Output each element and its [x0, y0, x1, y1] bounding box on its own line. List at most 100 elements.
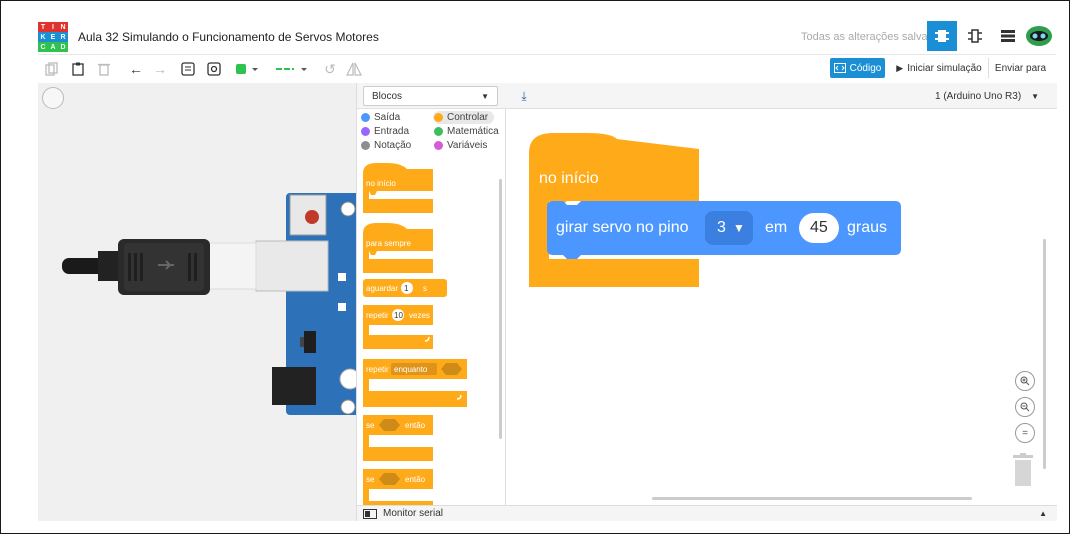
undo-icon[interactable]: ←: [126, 59, 146, 79]
circuit-canvas[interactable]: [38, 83, 356, 521]
logo-letter: I: [48, 22, 58, 32]
schematic-icon: [968, 29, 982, 43]
category-control[interactable]: Controlar: [433, 111, 495, 124]
palette-on-start-label[interactable]: no início: [366, 179, 396, 188]
category-dot: [434, 141, 443, 150]
palette-repeat-value[interactable]: 10: [394, 311, 403, 320]
send-to-button[interactable]: Enviar para: [988, 58, 1052, 78]
redo-icon[interactable]: →: [150, 59, 170, 79]
category-label: Controlar: [447, 112, 489, 123]
circuit-drawing: [62, 193, 356, 415]
save-status: Todas as alterações salvas: [801, 31, 934, 43]
category-output[interactable]: Saída: [361, 112, 400, 123]
palette-forever-label[interactable]: para sempre: [366, 239, 411, 248]
zoom-in-icon[interactable]: [1015, 371, 1035, 391]
pin-dropdown-value[interactable]: 3: [717, 219, 726, 237]
wire-type-picker[interactable]: [274, 59, 314, 79]
code-button[interactable]: Código: [830, 58, 885, 78]
color-picker[interactable]: [234, 59, 268, 79]
palette-if1-suffix[interactable]: então: [405, 421, 425, 430]
block-on-start: [363, 163, 433, 213]
palette-while-option[interactable]: enquanto: [394, 365, 427, 374]
logo-letter: C: [38, 42, 48, 52]
category-dot: [434, 113, 443, 122]
flip-icon[interactable]: [344, 59, 364, 79]
category-dot: [434, 127, 443, 136]
schematic-view-button[interactable]: [960, 21, 990, 51]
arduino-board: [272, 193, 356, 415]
palette-wait-value[interactable]: 1: [404, 284, 408, 293]
palette-wait-unit[interactable]: s: [423, 284, 427, 293]
tinkercad-logo[interactable]: TINKERCAD: [38, 22, 68, 52]
palette-repeat-label[interactable]: repetir: [366, 311, 389, 320]
category-label: Saída: [374, 112, 401, 123]
category-label: Entrada: [374, 126, 410, 137]
palette-if2-suffix[interactable]: então: [405, 475, 425, 484]
send-to-label: Enviar para: [994, 62, 1047, 74]
category-dot: [361, 113, 370, 122]
palette-if1-prefix[interactable]: se: [366, 421, 374, 430]
zoom-out-icon[interactable]: [1015, 397, 1035, 417]
code-button-label: Código: [849, 62, 882, 74]
logo-letter: R: [58, 32, 68, 42]
device-select[interactable]: 1 (Arduino Uno R3) ▼: [927, 86, 1047, 106]
chevron-down-icon: ▼: [481, 91, 489, 101]
rotate-icon[interactable]: ↺: [320, 59, 340, 79]
component-list-button[interactable]: [993, 21, 1023, 51]
logo-letter: D: [58, 42, 68, 52]
logo-letter: K: [38, 32, 48, 42]
zoom-reset-icon[interactable]: =: [1015, 423, 1035, 443]
block-palette: Saída Controlar Entrada Matemática Notaç…: [357, 109, 506, 505]
category-input[interactable]: Entrada: [361, 126, 409, 137]
palette-if2-prefix[interactable]: se: [366, 475, 374, 484]
editor-mode-select[interactable]: Blocos ▼: [363, 86, 498, 106]
chevron-up-icon[interactable]: ▲: [1039, 509, 1047, 518]
circuit-icon: [935, 30, 949, 42]
angle-input[interactable]: 45: [810, 219, 828, 237]
palette-wait-label[interactable]: aguardar: [366, 284, 398, 293]
palette-scrollbar[interactable]: [499, 179, 502, 439]
editor-mode-value: Blocos: [372, 90, 403, 102]
monitor-icon: [363, 508, 377, 519]
copy-icon[interactable]: [42, 59, 62, 79]
usb-cable: [62, 239, 210, 295]
logo-letter: N: [58, 22, 68, 32]
top-bar: TINKERCAD Aula 32 Simulando o Funcioname…: [38, 20, 1056, 54]
pin-dropdown-bg: [705, 211, 753, 245]
paste-icon[interactable]: [68, 59, 88, 79]
code-panel-header: Blocos ▼ ⤓ 1 (Arduino Uno R3) ▼: [357, 83, 1057, 109]
serial-monitor-bar[interactable]: Monitor serial ▲: [357, 505, 1057, 521]
workspace-vertical-scrollbar[interactable]: [1043, 239, 1046, 469]
category-dot: [361, 141, 370, 150]
list-icon: [1001, 30, 1015, 42]
servo-block-label[interactable]: girar servo no pino: [556, 219, 689, 237]
download-icon[interactable]: ⤓: [515, 87, 533, 105]
trash-icon[interactable]: [1011, 453, 1035, 487]
code-panel: Blocos ▼ ⤓ 1 (Arduino Uno R3) ▼ Saída Co…: [356, 83, 1057, 521]
category-dot: [361, 127, 370, 136]
delete-icon[interactable]: [94, 59, 114, 79]
category-notation[interactable]: Notação: [361, 140, 411, 151]
chevron-down-icon[interactable]: ▼: [733, 221, 745, 235]
servo-block-suffix: graus: [847, 219, 888, 236]
on-start-label[interactable]: no início: [539, 170, 599, 188]
note-icon[interactable]: [178, 59, 198, 79]
category-label: Variáveis: [447, 140, 488, 151]
palette-repeat-while-label[interactable]: repetir: [366, 365, 389, 374]
blocks-workspace[interactable]: no início girar servo no pino 3 ▼ em 45 …: [507, 109, 1057, 505]
circuit-view-button[interactable]: [927, 21, 957, 51]
code-icon: [833, 63, 846, 73]
block-forever: [363, 223, 433, 273]
logo-letter: T: [38, 22, 48, 32]
workspace-horizontal-scrollbar[interactable]: [652, 497, 972, 500]
logo-letter: E: [48, 32, 58, 42]
palette-repeat-suffix[interactable]: vezes: [409, 311, 430, 320]
play-icon: ▶: [896, 62, 904, 73]
category-math[interactable]: Matemática: [434, 126, 499, 137]
user-avatar[interactable]: [1024, 21, 1054, 51]
start-simulation-button[interactable]: ▶ Iniciar simulação: [893, 58, 985, 78]
category-variables[interactable]: Variáveis: [434, 140, 487, 151]
project-title[interactable]: Aula 32 Simulando o Funcionamento de Ser…: [78, 30, 379, 44]
notes-visibility-icon[interactable]: [204, 59, 224, 79]
category-label: Notação: [374, 140, 412, 151]
